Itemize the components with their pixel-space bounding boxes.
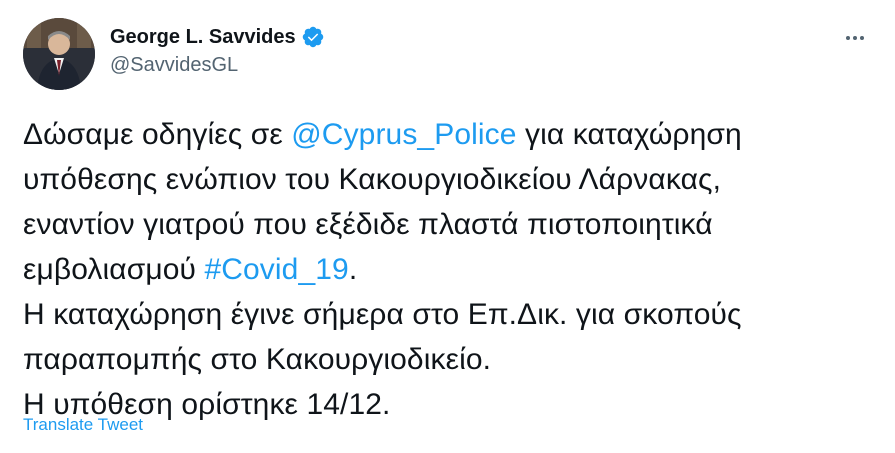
tweet-line: Δώσαμε οδηγίες σε @Cyprus_Police για κατ… [23,112,883,157]
tweet-text-segment: Δώσαμε οδηγίες σε [23,118,292,151]
name-row: George L. Savvides [110,24,325,50]
author-display-name[interactable]: George L. Savvides [110,26,296,49]
tweet-text-segment: εμβολιασμού [23,253,205,286]
tweet-line: εμβολιασμού #Covid_19. [23,247,883,292]
tweet-line: Η υπόθεση ορίστηκε 14/12. [23,388,391,421]
tweet-text: Δώσαμε οδηγίες σε @Cyprus_Police για κατ… [23,112,883,427]
author-block: George L. Savvides @SavvidesGL [110,24,325,77]
tweet-line: παραπομπής στο Κακουργιοδικείο. [23,343,492,376]
avatar-photo [23,18,95,90]
hashtag-link[interactable]: #Covid_19 [204,253,348,286]
tweet-card: George L. Savvides @SavvidesGL Δώσαμε οδ… [0,0,895,453]
tweet-text-segment: για καταχώρηση [516,118,742,151]
verified-badge-icon [301,25,325,49]
more-horizontal-icon [846,36,864,40]
avatar[interactable] [23,18,95,90]
tweet-line: Η καταχώρηση έγινε σήμερα στο Επ.Δικ. γι… [23,298,742,331]
author-handle[interactable]: @SavvidesGL [110,54,325,77]
tweet-line: εναντίον γιατρού που εξέδιδε πλαστά πιστ… [23,208,713,241]
mention-link[interactable]: @Cyprus_Police [291,118,516,151]
tweet-line: υπόθεσης ενώπιον του Κακουργιοδικείου Λά… [23,163,722,196]
more-options-button[interactable] [835,22,875,54]
tweet-text-segment: . [348,253,358,286]
translate-tweet-link[interactable]: Translate Tweet [23,415,143,435]
